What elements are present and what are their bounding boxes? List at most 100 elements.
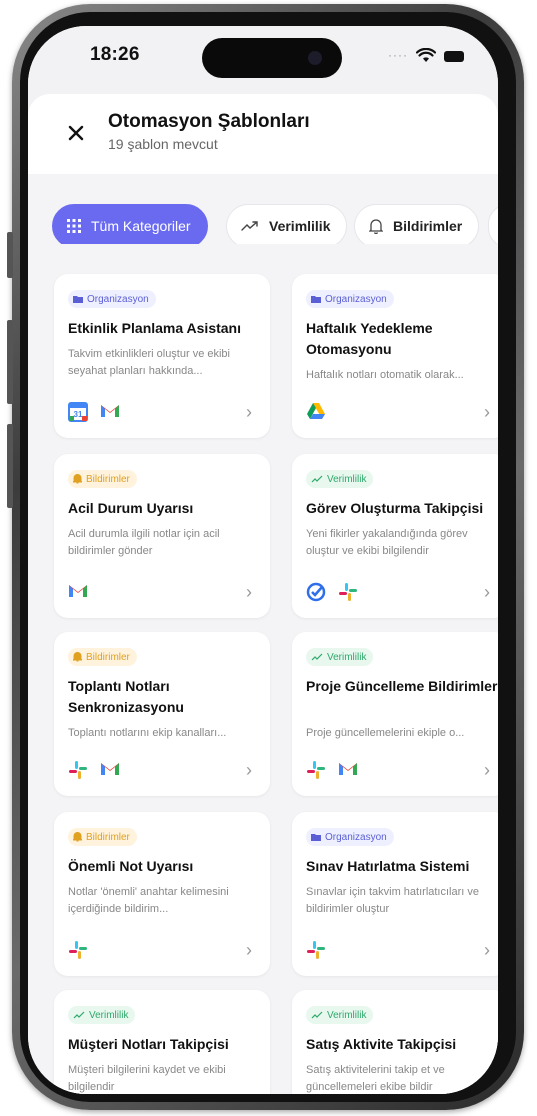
signal-icon: ···· — [388, 48, 408, 62]
card-title: Toplantı Notları Senkronizasyonu — [68, 678, 184, 715]
card-description: Toplantı notlarını ekip kanalları... — [68, 727, 227, 739]
app-icons — [306, 760, 358, 780]
status-time: 18:26 — [90, 44, 140, 65]
chip-bildirimler[interactable]: Bildirimler — [354, 204, 480, 244]
app-icons — [306, 402, 326, 422]
template-card[interactable]: Bildirimler Acil Durum Uyarısı Acil duru… — [54, 454, 270, 618]
chip-label: Tüm Kategoriler — [91, 218, 191, 234]
card-title: Haftalık Yedekleme Otomasyonu — [306, 320, 433, 357]
category-badge: Organizasyon — [306, 828, 394, 846]
bell-icon — [73, 474, 82, 484]
screen: 18:26 ···· Otomasyon Şablonları 19 şablo… — [28, 26, 498, 1094]
chip-more[interactable]: | — [488, 204, 498, 244]
battery-icon — [444, 51, 464, 62]
trend-up-icon — [311, 475, 323, 483]
category-badge: Verimlilik — [68, 1006, 136, 1024]
trend-up-icon — [311, 1011, 323, 1019]
category-filter-bar: Tüm Kategoriler Verimlilik Bildirimler | — [28, 180, 498, 244]
template-card[interactable]: Bildirimler Önemli Not Uyarısı Notlar 'ö… — [54, 812, 270, 976]
template-card[interactable]: Organizasyon Sınav Hatırlatma Sistemi Sı… — [292, 812, 498, 976]
close-icon[interactable] — [64, 121, 88, 145]
bell-icon — [369, 218, 383, 234]
trend-up-icon — [241, 220, 259, 232]
app-icons: 31 — [68, 402, 120, 422]
card-title: Acil Durum Uyarısı — [68, 500, 194, 516]
chevron-right-icon: › — [246, 402, 252, 422]
app-icons — [306, 940, 326, 960]
card-title: Etkinlik Planlama Asistanı — [68, 320, 241, 336]
card-title: Önemli Not Uyarısı — [68, 858, 194, 874]
wifi-icon — [416, 48, 436, 62]
bell-icon — [73, 832, 82, 842]
chevron-right-icon: › — [484, 402, 490, 422]
chip-label: Bildirimler — [393, 218, 463, 234]
folder-icon — [73, 295, 83, 303]
slack-icon — [306, 760, 326, 780]
chevron-right-icon: › — [246, 760, 252, 780]
folder-icon — [311, 295, 321, 303]
grid-icon — [67, 219, 81, 233]
app-icons — [306, 582, 358, 602]
card-description: Haftalık notları otomatik olarak... — [306, 369, 464, 381]
category-badge: Verimlilik — [306, 648, 374, 666]
card-description: Satış aktivitelerini takip et ve güncell… — [306, 1064, 445, 1093]
template-card[interactable]: Verimlilik Görev Oluşturma Takipçisi Yen… — [292, 454, 498, 618]
gmail-icon — [100, 402, 120, 422]
card-description: Proje güncellemelerini ekiple o... — [306, 727, 465, 739]
category-badge: Bildirimler — [68, 470, 137, 488]
card-description: Acil durumla ilgili notlar için acil bil… — [68, 528, 220, 557]
template-card[interactable]: Verimlilik Proje Güncelleme Bildirimleri… — [292, 632, 498, 796]
volume-up-button — [7, 320, 13, 404]
dynamic-island — [202, 38, 342, 78]
template-card[interactable]: Verimlilik Müşteri Notları Takipçisi Müş… — [54, 990, 270, 1094]
template-card[interactable]: Organizasyon Haftalık Yedekleme Otomasyo… — [292, 274, 498, 438]
slack-icon — [68, 760, 88, 780]
task-check-icon — [306, 582, 326, 602]
template-card[interactable]: Verimlilik Satış Aktivite Takipçisi Satı… — [292, 990, 498, 1094]
card-title: Görev Oluşturma Takipçisi — [306, 500, 484, 516]
category-badge: Organizasyon — [306, 290, 394, 308]
gmail-icon — [68, 582, 88, 602]
slack-icon — [338, 582, 358, 602]
status-bar: 18:26 ···· — [28, 26, 498, 96]
card-title: Proje Güncelleme Bildirimleri — [306, 678, 498, 694]
card-title: Satış Aktivite Takipçisi — [306, 1036, 457, 1052]
template-card[interactable]: Organizasyon Etkinlik Planlama Asistanı … — [54, 274, 270, 438]
sheet-header: Otomasyon Şablonları 19 şablon mevcut — [28, 94, 498, 174]
card-description: Takvim etkinlikleri oluştur ve ekibi sey… — [68, 348, 230, 377]
gmail-icon — [100, 760, 120, 780]
chip-all-categories[interactable]: Tüm Kategoriler — [52, 204, 208, 244]
app-icons — [68, 582, 88, 602]
templates-sheet: Otomasyon Şablonları 19 şablon mevcut Tü… — [28, 94, 498, 1094]
chip-label: Verimlilik — [269, 218, 331, 234]
card-description: Yeni fikirler yakalandığında görev oluşt… — [306, 528, 468, 557]
slack-icon — [68, 940, 88, 960]
trend-up-icon — [73, 1011, 85, 1019]
trend-up-icon — [311, 653, 323, 661]
page-subtitle: 19 şablon mevcut — [108, 136, 218, 152]
volume-down-button — [7, 424, 13, 508]
card-description: Notlar 'önemli' anahtar kelimesini içerd… — [68, 886, 229, 915]
card-title: Sınav Hatırlatma Sistemi — [306, 858, 470, 874]
gmail-icon — [338, 760, 358, 780]
template-card[interactable]: Bildirimler Toplantı Notları Senkronizas… — [54, 632, 270, 796]
app-icons — [68, 940, 88, 960]
bell-icon — [73, 652, 82, 662]
chevron-right-icon: › — [484, 582, 490, 602]
category-badge: Verimlilik — [306, 470, 374, 488]
chevron-right-icon: › — [246, 940, 252, 960]
category-badge: Organizasyon — [68, 290, 156, 308]
slack-icon — [306, 940, 326, 960]
category-badge: Bildirimler — [68, 828, 137, 846]
chevron-right-icon: › — [246, 582, 252, 602]
chip-verimlilik[interactable]: Verimlilik — [226, 204, 348, 244]
category-badge: Bildirimler — [68, 648, 137, 666]
app-icons — [68, 760, 120, 780]
card-title: Müşteri Notları Takipçisi — [68, 1036, 229, 1052]
side-button — [7, 232, 13, 278]
chevron-right-icon: › — [484, 940, 490, 960]
folder-icon — [311, 833, 321, 841]
category-badge: Verimlilik — [306, 1006, 374, 1024]
google-calendar-icon: 31 — [68, 402, 88, 422]
card-description: Sınavlar için takvim hatırlatıcıları ve … — [306, 886, 480, 915]
